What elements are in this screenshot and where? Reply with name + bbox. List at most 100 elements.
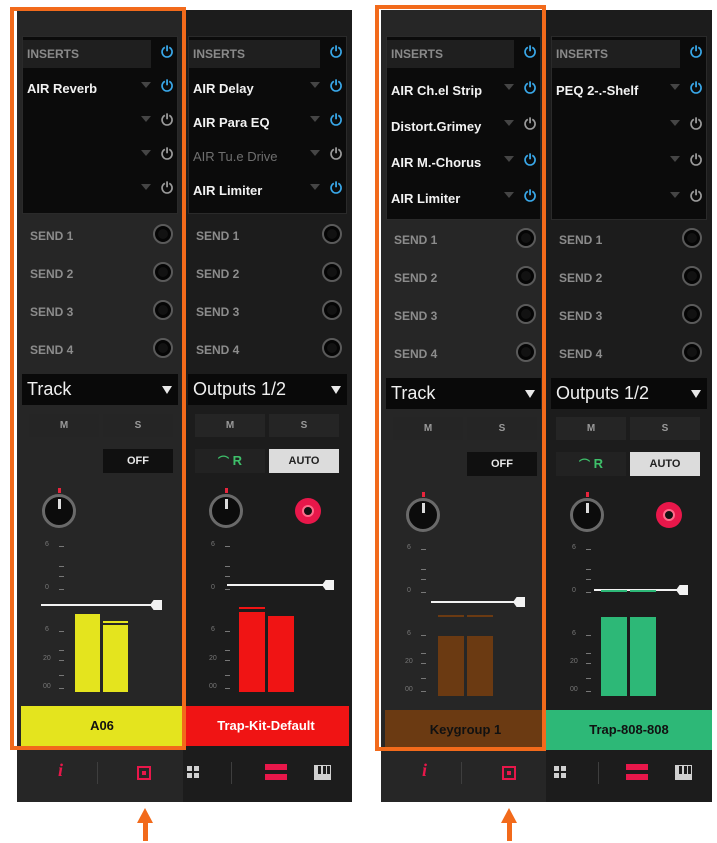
pan-knob[interactable] (570, 492, 604, 532)
send-knob[interactable] (153, 224, 173, 244)
power-icon[interactable]: ⏻ (330, 146, 342, 163)
insert-slot-1[interactable]: AIR Delay ⏻ (189, 71, 346, 105)
insert-slot-4[interactable]: ⏻ (23, 173, 177, 207)
solo-button[interactable]: S (103, 414, 173, 437)
insert-slot-2[interactable]: Distort.Grimey ⏻ (387, 109, 540, 143)
record-arm-icon[interactable] (295, 498, 321, 524)
routing-dropdown[interactable]: Outputs 1/2 (551, 378, 707, 409)
send-knob[interactable] (322, 338, 342, 358)
chevron-down-icon[interactable] (310, 116, 320, 122)
power-icon[interactable]: ⏻ (690, 188, 702, 205)
send-knob[interactable] (322, 262, 342, 282)
insert-slot-4[interactable]: ⏻ (552, 181, 706, 215)
insert-slot-3[interactable]: AIR Tu.e Drive ⏻ (189, 139, 346, 173)
power-icon[interactable]: ⏻ (161, 180, 173, 197)
rows-icon[interactable] (265, 764, 287, 780)
inserts-header[interactable]: INSERTS ⏻ (387, 37, 540, 71)
insert-slot-1[interactable]: AIR Ch.el Strip ⏻ (387, 73, 540, 107)
volume-fader-handle[interactable] (513, 597, 525, 607)
routing-dropdown[interactable]: Track (22, 374, 178, 405)
send-knob[interactable] (516, 266, 536, 286)
pan-knob[interactable] (406, 492, 440, 532)
insert-slot-2[interactable]: AIR Para EQ ⏻ (189, 105, 346, 139)
pan-knob[interactable] (209, 488, 243, 528)
power-icon[interactable]: ⏻ (690, 80, 702, 97)
insert-slot-2[interactable]: ⏻ (23, 105, 177, 139)
power-icon[interactable]: ⏻ (524, 116, 536, 133)
power-icon[interactable]: ⏻ (690, 116, 702, 133)
volume-fader-handle[interactable] (322, 580, 334, 590)
send-knob[interactable] (516, 304, 536, 324)
single-channel-icon[interactable] (502, 766, 516, 780)
insert-slot-4[interactable]: AIR Limiter ⏻ (387, 181, 540, 215)
power-icon[interactable]: ⏻ (161, 78, 173, 95)
chevron-down-icon[interactable] (310, 82, 320, 88)
automation-auto-button[interactable]: AUTO (630, 452, 700, 476)
mute-button[interactable]: M (556, 417, 626, 440)
chevron-down-icon[interactable] (141, 116, 151, 122)
chevron-down-icon[interactable] (141, 82, 151, 88)
power-icon[interactable]: ⏻ (330, 78, 342, 95)
automation-read-button[interactable]: ⌒ R (556, 452, 626, 476)
send-knob[interactable] (322, 300, 342, 320)
routing-dropdown[interactable]: Outputs 1/2 (188, 374, 347, 405)
power-icon[interactable]: ⏻ (330, 44, 342, 61)
insert-slot-3[interactable]: AIR M.-Chorus ⏻ (387, 145, 540, 179)
mute-button[interactable]: M (29, 414, 99, 437)
chevron-down-icon[interactable] (670, 192, 680, 198)
chevron-down-icon[interactable] (504, 84, 514, 90)
power-icon[interactable]: ⏻ (524, 44, 536, 61)
power-icon[interactable]: ⏻ (524, 188, 536, 205)
send-knob[interactable] (682, 304, 702, 324)
send-knob[interactable] (682, 266, 702, 286)
volume-fader-handle[interactable] (150, 600, 162, 610)
rows-icon[interactable] (626, 764, 648, 780)
single-channel-icon[interactable] (137, 766, 151, 780)
send-knob[interactable] (682, 228, 702, 248)
insert-slot-3[interactable]: ⏻ (23, 139, 177, 173)
info-icon[interactable]: i (58, 760, 63, 781)
power-icon[interactable]: ⏻ (690, 152, 702, 169)
automation-auto-button[interactable]: AUTO (269, 449, 339, 473)
track-name-bar[interactable]: Keygroup 1 (385, 710, 546, 750)
grid-icon[interactable] (187, 766, 199, 778)
power-icon[interactable]: ⏻ (161, 112, 173, 129)
send-knob[interactable] (682, 342, 702, 362)
piano-icon[interactable] (675, 765, 692, 780)
power-icon[interactable]: ⏻ (524, 80, 536, 97)
insert-slot-1[interactable]: PEQ 2-.-Shelf ⏻ (552, 73, 706, 107)
chevron-down-icon[interactable] (504, 120, 514, 126)
solo-button[interactable]: S (630, 417, 700, 440)
pan-knob[interactable] (42, 488, 76, 528)
chevron-down-icon[interactable] (504, 156, 514, 162)
insert-slot-4[interactable]: AIR Limiter ⏻ (189, 173, 346, 207)
power-icon[interactable]: ⏻ (330, 180, 342, 197)
send-knob[interactable] (153, 262, 173, 282)
track-name-bar[interactable]: A06 (21, 706, 183, 746)
inserts-header[interactable]: INSERTS ⏻ (189, 37, 346, 71)
chevron-down-icon[interactable] (670, 84, 680, 90)
automation-off-button[interactable]: OFF (103, 449, 173, 473)
insert-slot-3[interactable]: ⏻ (552, 145, 706, 179)
inserts-header[interactable]: INSERTS ⏻ (23, 37, 177, 71)
record-arm-icon[interactable] (656, 502, 682, 528)
power-icon[interactable]: ⏻ (690, 44, 702, 61)
insert-slot-2[interactable]: ⏻ (552, 109, 706, 143)
chevron-down-icon[interactable] (504, 192, 514, 198)
send-knob[interactable] (153, 338, 173, 358)
track-name-bar[interactable]: Trap-Kit-Default (183, 706, 349, 746)
chevron-down-icon[interactable] (141, 184, 151, 190)
send-knob[interactable] (322, 224, 342, 244)
send-knob[interactable] (516, 228, 536, 248)
power-icon[interactable]: ⏻ (161, 146, 173, 163)
chevron-down-icon[interactable] (141, 150, 151, 156)
automation-off-button[interactable]: OFF (467, 452, 537, 476)
automation-read-button[interactable]: ⌒ R (195, 449, 265, 473)
info-icon[interactable]: i (422, 760, 427, 781)
grid-icon[interactable] (554, 766, 566, 778)
volume-fader-handle[interactable] (676, 585, 688, 595)
piano-icon[interactable] (314, 765, 331, 780)
inserts-header[interactable]: INSERTS ⏻ (552, 37, 706, 71)
chevron-down-icon[interactable] (310, 150, 320, 156)
routing-dropdown[interactable]: Track (386, 378, 541, 409)
